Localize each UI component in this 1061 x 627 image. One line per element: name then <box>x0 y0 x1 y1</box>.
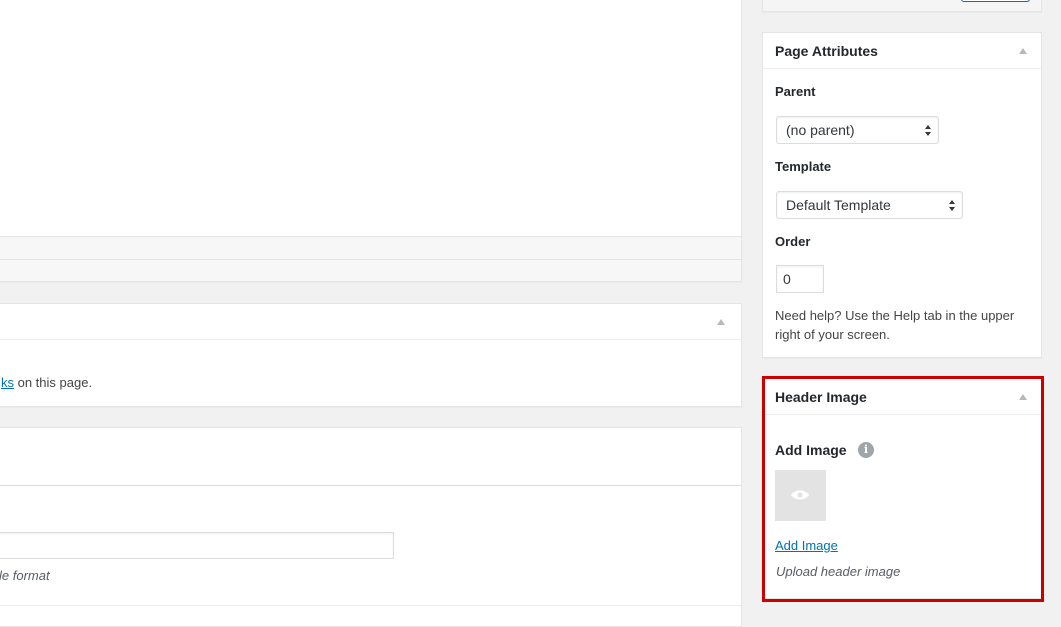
page-attributes-header[interactable]: Page Attributes <box>763 33 1041 69</box>
left-metabox: ks on this page. <box>0 303 742 407</box>
template-select-value: Default Template <box>786 197 891 213</box>
order-label: Order <box>775 234 811 249</box>
partial-text: on this page. <box>14 375 93 390</box>
select-arrows-icon <box>949 200 955 212</box>
template-label: Template <box>775 159 832 174</box>
page-attributes-help: Need help? Use the Help tab in the upper… <box>775 308 1015 342</box>
select-arrows-icon <box>925 125 931 137</box>
order-input[interactable]: 0 <box>776 265 824 293</box>
template-select[interactable]: Default Template <box>776 191 963 219</box>
page-attributes-box: Page Attributes Parent (no parent) Templ… <box>762 32 1042 358</box>
left-metabox-text: ks on this page. <box>1 375 92 390</box>
publish-box-bottom <box>762 0 1042 12</box>
highlight-outline <box>762 376 1044 602</box>
left-metabox-header[interactable] <box>0 304 741 340</box>
page-attributes-title: Page Attributes <box>775 43 878 59</box>
left-metabox-2-bottom-divider <box>0 605 741 606</box>
collapse-arrow-icon[interactable] <box>717 319 725 325</box>
editor-status-separator <box>0 259 741 260</box>
order-input-value: 0 <box>783 271 791 287</box>
publish-button-edge[interactable] <box>961 0 1030 2</box>
collapse-arrow-icon[interactable] <box>1019 48 1027 54</box>
left-metabox-2: le format <box>0 427 742 627</box>
left-field-description: le format <box>0 568 50 583</box>
parent-select-value: (no parent) <box>786 122 855 138</box>
partial-link[interactable]: ks <box>1 375 14 390</box>
left-text-field[interactable] <box>0 532 394 559</box>
parent-label: Parent <box>775 84 816 99</box>
parent-select[interactable]: (no parent) <box>776 116 939 144</box>
left-metabox-2-divider <box>0 485 741 486</box>
